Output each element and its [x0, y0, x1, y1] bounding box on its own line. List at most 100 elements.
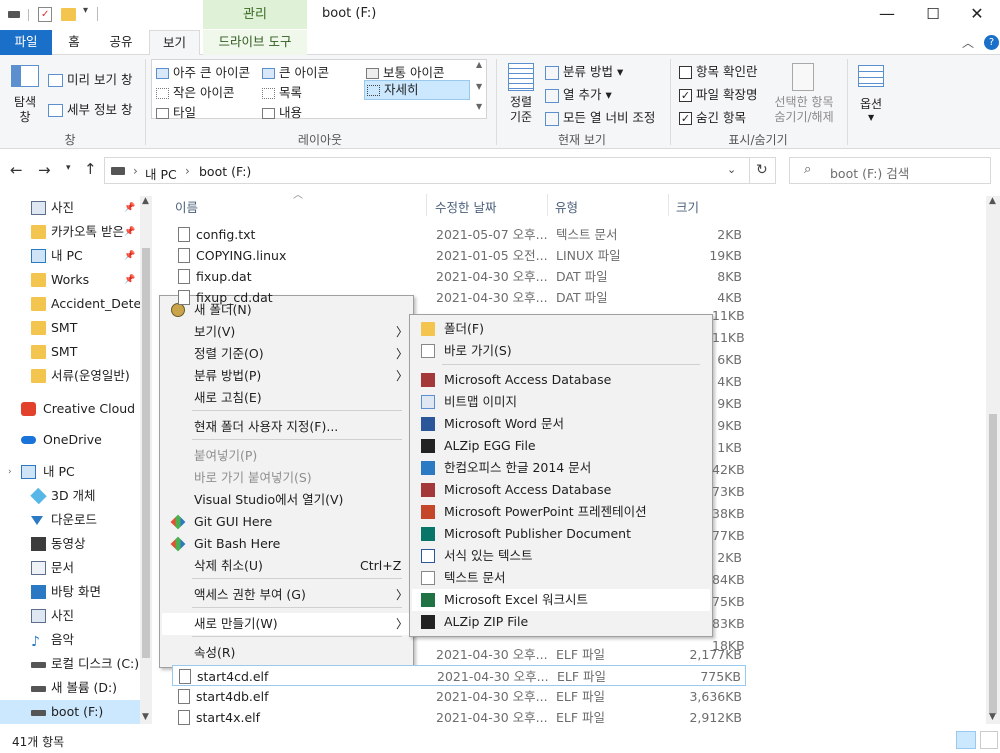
nav-item[interactable]: 내 PC 📌 — [0, 244, 140, 268]
context-menu-item[interactable]: Visual Studio에서 열기(V) — [162, 489, 411, 511]
submenu-item[interactable]: Microsoft Publisher Document — [412, 523, 710, 545]
submenu-item[interactable]: 바로 가기(S) — [412, 340, 710, 362]
close-button[interactable]: ✕ — [954, 0, 1000, 30]
context-menu-item[interactable]: 새로 만들기(W) 〉 — [162, 613, 411, 635]
nav-item[interactable]: 사진 — [0, 604, 140, 628]
details-view-icon[interactable] — [956, 731, 976, 749]
gallery-expand-icon[interactable]: ▼ — [476, 102, 482, 111]
submenu-item[interactable]: 텍스트 문서 — [412, 567, 710, 589]
back-icon[interactable]: ← — [10, 161, 23, 179]
submenu-item[interactable]: ALZip EGG File — [412, 435, 710, 457]
submenu-item[interactable]: ALZip ZIP File — [412, 611, 710, 633]
add-columns-button[interactable]: 열 추가 ▾ — [545, 84, 612, 103]
context-menu-item[interactable]: 새로 고침(E) — [162, 387, 411, 409]
submenu-item[interactable]: 한컴오피스 한글 2014 문서 — [412, 457, 710, 479]
nav-item[interactable]: Creative Cloud Fil — [0, 397, 140, 421]
breadcrumb-separator-icon[interactable]: › — [185, 164, 190, 178]
file-list-scrollbar[interactable]: ▲ ▼ — [986, 196, 1000, 724]
item-checkboxes-toggle[interactable]: 항목 확인란 — [679, 61, 757, 80]
context-menu-item[interactable]: 보기(V) 〉 — [162, 321, 411, 343]
nav-item[interactable]: ♪ 음악 — [0, 628, 140, 652]
context-menu-item[interactable]: 현재 폴더 사용자 지정(F)... — [162, 416, 411, 438]
scroll-up-icon[interactable]: ▲ — [142, 196, 149, 206]
file-row[interactable]: config.txt 2021-05-07 오후... 텍스트 문서 2KB — [172, 224, 746, 245]
file-row[interactable]: start4cd.elf 2021-04-30 오후... ELF 파일 775KB — [172, 665, 746, 686]
quick-access-dropdown-icon[interactable]: ▾ — [83, 5, 88, 16]
nav-item[interactable]: 로컬 디스크 (C:) — [0, 652, 140, 676]
context-menu-item[interactable]: Git Bash Here — [162, 533, 411, 555]
large-icons-view-icon[interactable] — [980, 731, 998, 749]
up-icon[interactable]: ↑ — [84, 160, 97, 178]
nav-item[interactable]: 내 PC › — [0, 460, 140, 484]
context-menu-item[interactable]: 분류 방법(P) 〉 — [162, 365, 411, 387]
file-row[interactable]: 2021-04-30 오후... ELF 파일 2,177KB — [172, 644, 746, 665]
context-menu-item[interactable]: Git GUI Here — [162, 511, 411, 533]
nav-item[interactable]: 사진 📌 — [0, 196, 140, 220]
tab-file[interactable]: 파일 — [0, 30, 52, 55]
breadcrumb-boot-drive[interactable]: boot (F:) — [199, 164, 251, 179]
layout-list[interactable]: 목록 — [262, 82, 302, 101]
nav-scrollbar[interactable]: ▲ ▼ — [140, 196, 152, 724]
nav-item[interactable]: 다운로드 — [0, 508, 140, 532]
scroll-up-icon[interactable]: ▲ — [989, 196, 996, 206]
tab-share[interactable]: 공유 — [100, 30, 142, 55]
details-pane-button[interactable]: 세부 정보 창 — [48, 99, 132, 118]
nav-item[interactable]: Accident_Detect — [0, 292, 140, 316]
column-separator[interactable] — [547, 194, 548, 216]
maximize-button[interactable]: ☐ — [910, 0, 956, 30]
column-size[interactable]: 크기 — [676, 197, 699, 216]
file-row[interactable]: fixup_cd.dat 2021-04-30 오후... DAT 파일 4KB — [172, 287, 746, 308]
group-by-button[interactable]: 분류 방법 ▾ — [545, 61, 623, 80]
nav-item[interactable]: 3D 개체 — [0, 484, 140, 508]
submenu-item[interactable]: Microsoft PowerPoint 프레젠테이션 — [412, 501, 710, 523]
nav-scroll-thumb[interactable] — [142, 248, 150, 658]
forward-icon[interactable]: → — [38, 161, 51, 179]
layout-tiles[interactable]: 타일 — [156, 102, 196, 121]
nav-item[interactable]: 문서 — [0, 556, 140, 580]
submenu-item[interactable]: Microsoft Word 문서 — [412, 413, 710, 435]
submenu-item[interactable]: 비트맵 이미지 — [412, 391, 710, 413]
hidden-items-toggle[interactable]: ✓ 숨긴 항목 — [679, 107, 746, 126]
column-separator[interactable] — [668, 194, 669, 216]
layout-large-icons[interactable]: 큰 아이콘 — [262, 62, 329, 81]
nav-pane-button[interactable]: 탐색 창 — [8, 61, 42, 129]
file-scroll-thumb[interactable] — [989, 414, 997, 714]
context-menu-item[interactable]: 붙여넣기(P) — [162, 445, 411, 467]
sort-by-button[interactable]: 정렬 기준 — [502, 61, 540, 129]
submenu-item[interactable]: 폴더(F) — [412, 318, 710, 340]
file-row[interactable]: start4x.elf 2021-04-30 오후... ELF 파일 2,912KB — [172, 707, 746, 728]
nav-item[interactable]: Works 📌 — [0, 268, 140, 292]
context-menu-item[interactable]: 삭제 취소(U) Ctrl+Z — [162, 555, 411, 577]
tab-drive-tools[interactable]: 드라이브 도구 — [203, 30, 307, 55]
breadcrumb-separator-icon[interactable]: › — [133, 164, 138, 178]
context-menu-item[interactable]: 액세스 권한 부여 (G) 〉 — [162, 584, 411, 606]
tab-home[interactable]: 홈 — [56, 30, 92, 55]
nav-item[interactable]: OneDrive — [0, 428, 140, 452]
expand-chevron-icon[interactable]: › — [8, 460, 12, 484]
file-extensions-toggle[interactable]: ✓ 파일 확장명 — [679, 84, 757, 103]
column-type[interactable]: 유형 — [555, 197, 578, 216]
column-date[interactable]: 수정한 날짜 — [435, 197, 496, 216]
nav-item[interactable]: 서류(운영일반) — [0, 364, 140, 388]
context-menu-item[interactable]: 정렬 기준(O) 〉 — [162, 343, 411, 365]
layout-medium-icons[interactable]: 보통 아이콘 — [366, 62, 444, 81]
address-field[interactable]: › 내 PC › boot (F:) ⌄ ↻ — [104, 157, 776, 184]
collapse-ribbon-icon[interactable]: ︿ — [962, 34, 974, 51]
submenu-item[interactable]: Microsoft Access Database — [412, 369, 710, 391]
new-folder-icon[interactable] — [61, 8, 76, 21]
file-row[interactable]: fixup.dat 2021-04-30 오후... DAT 파일 8KB — [172, 266, 746, 287]
layout-details[interactable]: 자세히 — [364, 80, 470, 100]
scroll-down-icon[interactable]: ▼ — [142, 712, 149, 722]
column-separator[interactable] — [426, 194, 427, 216]
minimize-button[interactable]: — — [864, 0, 910, 30]
layout-extra-large-icons[interactable]: 아주 큰 아이콘 — [156, 62, 250, 81]
hide-selected-button[interactable]: 선택한 항목 숨기기/해제 — [768, 61, 840, 129]
nav-item[interactable]: SMT — [0, 340, 140, 364]
file-row[interactable]: start4db.elf 2021-04-30 오후... ELF 파일 3,636K… — [172, 686, 746, 707]
recent-locations-icon[interactable]: ▾ — [66, 163, 71, 173]
file-row[interactable]: COPYING.linux 2021-01-05 오전... LINUX 파일 19K… — [172, 245, 746, 266]
options-button[interactable]: 옵션 ▼ — [852, 61, 890, 129]
nav-item[interactable]: 새 볼륨 (D:) — [0, 676, 140, 700]
gallery-scroll-down-icon[interactable]: ▼ — [476, 82, 482, 91]
tab-view[interactable]: 보기 — [149, 30, 200, 56]
